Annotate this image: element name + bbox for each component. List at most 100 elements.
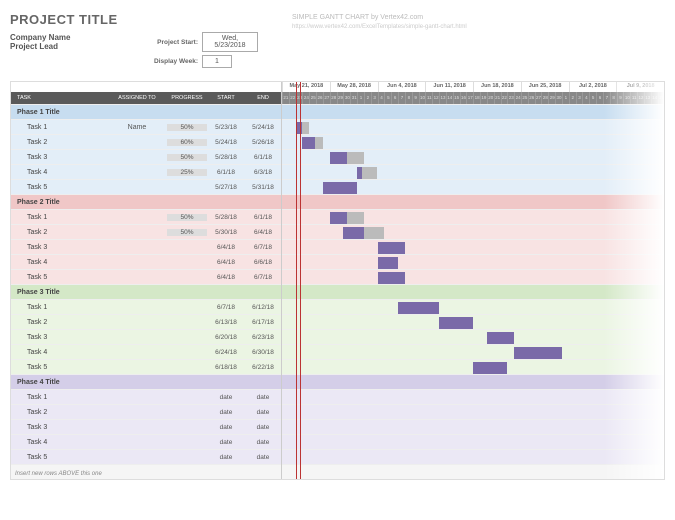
task-row[interactable]: Task 4datedate xyxy=(11,434,281,449)
phase-header[interactable]: Phase 2 Title xyxy=(11,194,281,209)
task-row[interactable]: Task 55/27/185/31/18 xyxy=(11,179,281,194)
gantt-row xyxy=(282,419,664,434)
gantt-row xyxy=(282,149,664,164)
day-header: 17 xyxy=(466,92,473,104)
day-header: 31 xyxy=(350,92,357,104)
week-header: Jul 9, 2018 xyxy=(616,82,664,92)
week-header: Jun 18, 2018 xyxy=(473,82,521,92)
gantt-bar-progress xyxy=(302,137,314,149)
day-header: 29 xyxy=(548,92,555,104)
task-row[interactable]: Task 3datedate xyxy=(11,419,281,434)
week-header: Jun 4, 2018 xyxy=(378,82,426,92)
day-header: 12 xyxy=(432,92,439,104)
task-row[interactable]: Task 26/13/186/17/18 xyxy=(11,314,281,329)
day-header: 25 xyxy=(521,92,528,104)
gantt-bar xyxy=(487,332,514,344)
day-header: 4 xyxy=(582,92,589,104)
gantt-row xyxy=(282,179,664,194)
day-header: 10 xyxy=(623,92,630,104)
task-row[interactable]: Task 46/24/186/30/18 xyxy=(11,344,281,359)
timeline: May 21, 2018May 28, 2018Jun 4, 2018Jun 1… xyxy=(281,82,664,479)
phase-header[interactable]: Phase 4 Title xyxy=(11,374,281,389)
day-header: 13 xyxy=(439,92,446,104)
gantt-row xyxy=(282,344,664,359)
day-header: 24 xyxy=(302,92,309,104)
week-header: Jun 11, 2018 xyxy=(425,82,473,92)
day-header: 23 xyxy=(296,92,303,104)
task-row[interactable]: Task 1Name50%5/23/185/24/18 xyxy=(11,119,281,134)
task-table: TASK ASSIGNED TO PROGRESS START END Phas… xyxy=(11,82,281,479)
phase-header[interactable]: Phase 1 Title xyxy=(11,104,281,119)
week-header: Jul 2, 2018 xyxy=(569,82,617,92)
task-row[interactable]: Task 46/4/186/6/18 xyxy=(11,254,281,269)
column-header-row: TASK ASSIGNED TO PROGRESS START END xyxy=(11,92,281,104)
day-header: 23 xyxy=(507,92,514,104)
gantt-row xyxy=(282,164,664,179)
gantt-row xyxy=(282,269,664,284)
day-header: 27 xyxy=(323,92,330,104)
day-header: 10 xyxy=(419,92,426,104)
gantt-bar-progress xyxy=(357,167,362,179)
day-header: 4 xyxy=(378,92,385,104)
gantt-bar xyxy=(439,317,473,329)
template-link: https://www.vertex42.com/ExcelTemplates/… xyxy=(292,24,467,30)
task-row[interactable]: Task 16/7/186/12/18 xyxy=(11,299,281,314)
day-header: 2 xyxy=(364,92,371,104)
day-header: 21 xyxy=(282,92,289,104)
gantt-row xyxy=(282,404,664,419)
day-header: 11 xyxy=(630,92,637,104)
col-end: END xyxy=(245,95,281,101)
day-header: 28 xyxy=(541,92,548,104)
day-header: 5 xyxy=(384,92,391,104)
display-week-label: Display Week: xyxy=(150,58,198,65)
day-header: 8 xyxy=(610,92,617,104)
gantt-bar xyxy=(398,302,439,314)
day-header: 16 xyxy=(460,92,467,104)
gantt-row xyxy=(282,434,664,449)
gantt-row xyxy=(282,209,664,224)
task-row[interactable]: Task 260%5/24/185/26/18 xyxy=(11,134,281,149)
day-header: 6 xyxy=(391,92,398,104)
task-row[interactable]: Task 56/4/186/7/18 xyxy=(11,269,281,284)
day-header: 5 xyxy=(589,92,596,104)
gantt-bar-progress xyxy=(343,227,363,239)
task-row[interactable]: Task 250%5/30/186/4/18 xyxy=(11,224,281,239)
task-row[interactable]: Task 1datedate xyxy=(11,389,281,404)
day-header: 7 xyxy=(398,92,405,104)
project-start-input[interactable]: Wed, 5/23/2018 xyxy=(202,32,258,52)
day-header: 21 xyxy=(494,92,501,104)
template-credit: SIMPLE GANTT CHART by Vertex42.com xyxy=(292,14,423,21)
gantt-bar xyxy=(473,362,507,374)
gantt-row xyxy=(282,329,664,344)
day-header: 26 xyxy=(528,92,535,104)
gantt-row xyxy=(282,239,664,254)
gantt-bar xyxy=(378,272,405,284)
day-header: 3 xyxy=(576,92,583,104)
task-row[interactable]: Task 150%5/28/186/1/18 xyxy=(11,209,281,224)
col-assigned: ASSIGNED TO xyxy=(107,95,167,101)
day-header: 29 xyxy=(337,92,344,104)
task-row[interactable]: Task 425%6/1/186/3/18 xyxy=(11,164,281,179)
day-header: 11 xyxy=(425,92,432,104)
project-start-label: Project Start: xyxy=(150,39,198,46)
task-row[interactable]: Task 5datedate xyxy=(11,449,281,464)
phase-header[interactable]: Phase 3 Title xyxy=(11,284,281,299)
day-header: 1 xyxy=(562,92,569,104)
gantt-row xyxy=(282,359,664,374)
task-row[interactable]: Task 56/18/186/22/18 xyxy=(11,359,281,374)
day-header: 14 xyxy=(651,92,658,104)
day-header: 26 xyxy=(316,92,323,104)
task-row[interactable]: Task 36/20/186/23/18 xyxy=(11,329,281,344)
display-week-input[interactable]: 1 xyxy=(202,55,232,68)
day-header: 18 xyxy=(473,92,480,104)
task-row[interactable]: Task 2datedate xyxy=(11,404,281,419)
project-lead: Project Lead xyxy=(10,42,665,51)
gantt-row xyxy=(282,254,664,269)
gantt-row xyxy=(282,119,664,134)
week-header: May 28, 2018 xyxy=(330,82,378,92)
task-row[interactable]: Task 36/4/186/7/18 xyxy=(11,239,281,254)
day-header: 12 xyxy=(637,92,644,104)
day-header: 15 xyxy=(658,92,665,104)
task-row[interactable]: Task 350%5/28/186/1/18 xyxy=(11,149,281,164)
day-header: 30 xyxy=(555,92,562,104)
